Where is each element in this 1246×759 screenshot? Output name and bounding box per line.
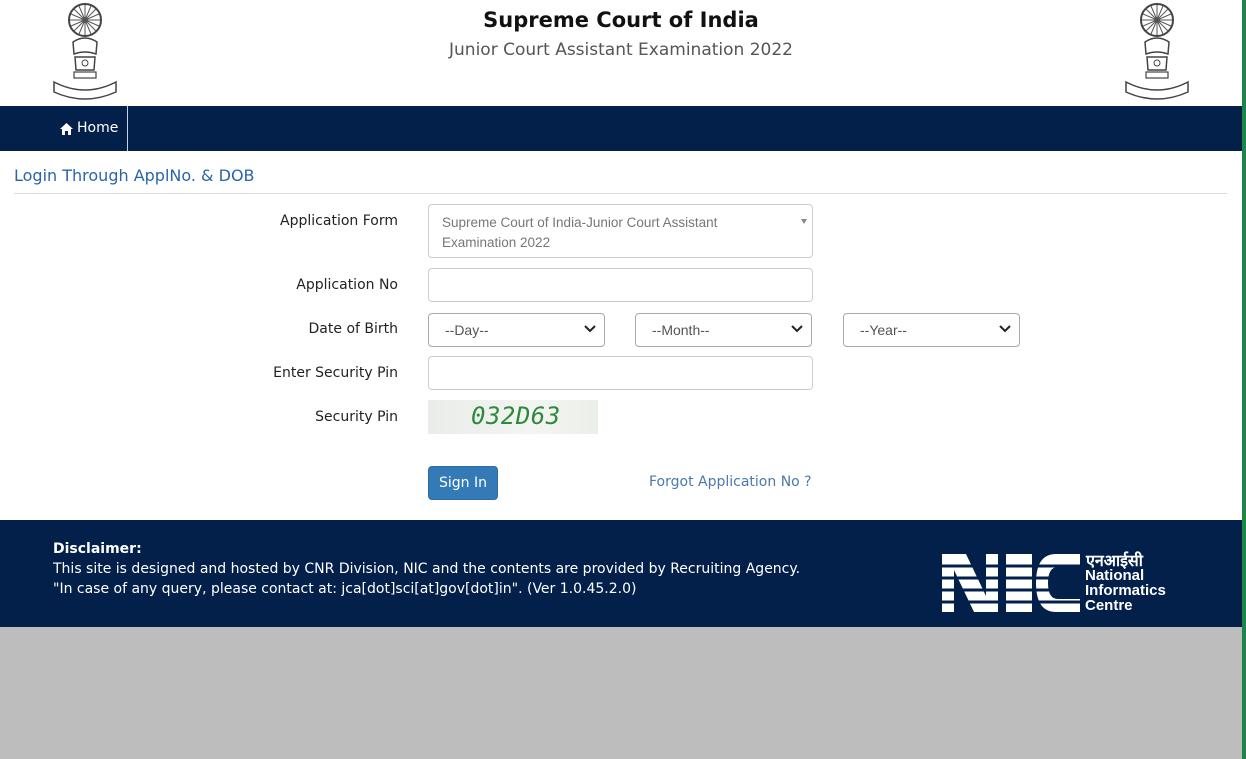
captcha-image: 032D63 [428, 400, 598, 434]
chevron-down-icon [999, 325, 1011, 333]
application-form-select[interactable]: Supreme Court of India-Junior Court Assi… [428, 204, 813, 258]
caret-down-icon [801, 219, 807, 224]
disclaimer-line-1: This site is designed and hosted by CNR … [53, 561, 801, 577]
nav-home-label: Home [77, 120, 119, 136]
section-divider [14, 193, 1227, 194]
page-subtitle: Junior Court Assistant Examination 2022 [449, 40, 793, 60]
nic-name-line-2: Informatics [1085, 582, 1166, 599]
disclaimer-line-2: "In case of any query, please contact at… [53, 581, 637, 597]
login-panel: Login Through ApplNo. & DOB Application … [0, 151, 1242, 520]
section-title: Login Through ApplNo. & DOB [14, 166, 255, 185]
disclaimer-title: Disclaimer: [53, 541, 142, 557]
security-pin-label: Security Pin [315, 409, 398, 425]
forgot-application-no-link[interactable]: Forgot Application No ? [649, 474, 812, 490]
home-icon [60, 122, 73, 135]
captcha-text: 032D63 [471, 402, 561, 430]
nav-home-link[interactable]: Home [52, 106, 128, 151]
application-form-label: Application Form [280, 213, 398, 229]
nic-name-line-3: Centre [1085, 597, 1133, 614]
chevron-down-icon [791, 325, 803, 333]
dob-year-select[interactable]: --Year-- [843, 313, 1020, 347]
page-header: Supreme Court of India Junior Court Assi… [0, 0, 1242, 106]
dob-day-value: --Day-- [445, 322, 489, 338]
page-footer: Disclaimer: This site is designed and ho… [0, 520, 1242, 627]
national-emblem-right-icon [1125, 3, 1189, 100]
dob-day-select[interactable]: --Day-- [428, 313, 605, 347]
page-title: Supreme Court of India [483, 8, 759, 32]
dob-year-value: --Year-- [860, 322, 907, 338]
security-pin-input[interactable] [428, 356, 813, 390]
main-navbar: Home [0, 106, 1242, 151]
nic-name-line-1: National [1085, 567, 1145, 584]
dob-month-value: --Month-- [652, 322, 710, 338]
application-no-input[interactable] [428, 268, 813, 302]
nic-english-name: National Informatics Centre [1085, 568, 1166, 613]
sign-in-button[interactable]: Sign In [428, 466, 498, 500]
chevron-down-icon [584, 325, 596, 333]
application-no-label: Application No [296, 277, 398, 293]
dob-month-select[interactable]: --Month-- [635, 313, 812, 347]
application-form-value: Supreme Court of India-Junior Court Assi… [442, 215, 718, 250]
date-of-birth-label: Date of Birth [308, 321, 398, 337]
enter-security-pin-label: Enter Security Pin [273, 365, 398, 381]
window-edge-strip [1242, 0, 1246, 759]
